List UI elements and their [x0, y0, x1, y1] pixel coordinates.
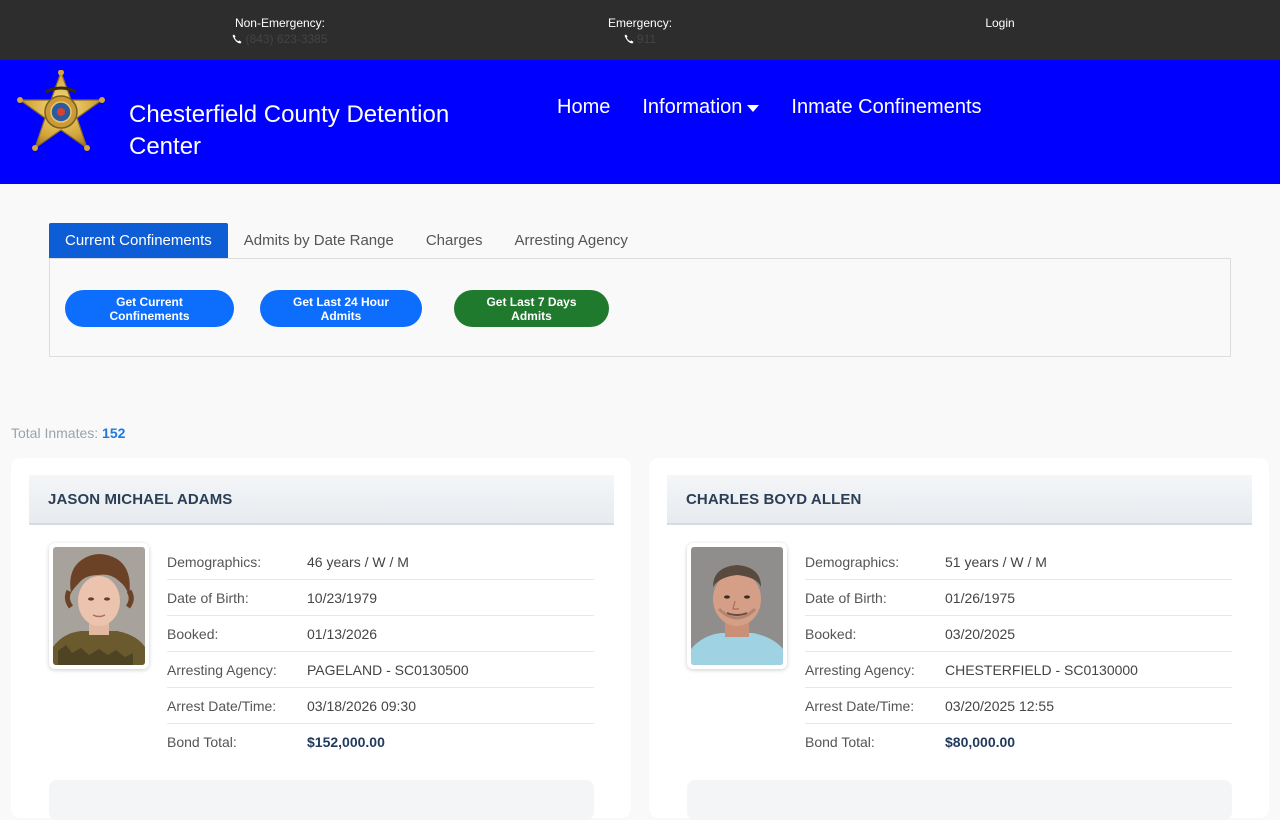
inmate-card: JASON MICHAEL ADAMS Demographics: 46 year…: [11, 458, 631, 820]
nav-home[interactable]: Home: [557, 96, 610, 119]
demographics-label: Demographics:: [167, 553, 262, 570]
detail-row: Arresting Agency: CHESTERFIELD - SC013000…: [805, 652, 1232, 688]
non-emergency-number: (843) 623-3385: [245, 32, 328, 46]
arrest-value: 03/18/2026 09:30: [307, 697, 416, 714]
inmate-name[interactable]: CHARLES BOYD ALLEN: [686, 491, 861, 508]
dob-label: Date of Birth:: [805, 589, 887, 606]
tab-charges[interactable]: Charges: [410, 223, 499, 258]
total-inmates: Total Inmates: 152: [11, 425, 125, 441]
site-header: Chesterfield County Detention Center Hom…: [0, 60, 1280, 184]
login-link[interactable]: Login: [980, 15, 1020, 31]
non-emergency-phone-link[interactable]: (843) 623-3385: [228, 31, 332, 47]
agency-label: Arresting Agency:: [167, 661, 277, 678]
emergency-contact: Emergency: 911: [608, 15, 672, 47]
get-last-24-hour-admits-button[interactable]: Get Last 24 Hour Admits: [260, 290, 422, 327]
detail-row: Booked: 01/13/2026: [167, 616, 594, 652]
sheriff-star-logo[interactable]: [16, 70, 106, 158]
dob-value: 01/26/1975: [945, 589, 1016, 606]
inmate-details: Demographics: 46 years / W / M Date of Bi…: [167, 544, 594, 760]
dob-value: 10/23/1979: [307, 589, 378, 606]
bond-label: Bond Total:: [167, 734, 237, 750]
emergency-phone-link[interactable]: 911: [608, 31, 672, 47]
tab-admits-by-date-range[interactable]: Admits by Date Range: [228, 223, 410, 258]
charges-section: [687, 780, 1232, 820]
non-emergency-label: Non-Emergency:: [234, 16, 326, 30]
caret-down-icon: [747, 105, 760, 112]
inmate-photo[interactable]: [49, 543, 149, 669]
booked-label: Booked:: [167, 625, 219, 642]
booked-value: 03/20/2025: [945, 625, 1016, 642]
mugshot-image: [53, 547, 145, 665]
demographics-label: Demographics:: [805, 553, 900, 570]
mugshot-image: [691, 547, 783, 665]
charges-section: [49, 780, 594, 820]
detail-row: Arresting Agency: PAGELAND - SC0130500: [167, 652, 594, 688]
emergency-number: 911: [636, 32, 657, 46]
booked-label: Booked:: [805, 625, 857, 642]
bond-value: $152,000.00: [307, 734, 385, 750]
detail-row: Date of Birth: 01/26/1975: [805, 580, 1232, 616]
detail-row: Arrest Date/Time: 03/20/2025 12:55: [805, 688, 1232, 724]
inmate-card-header: JASON MICHAEL ADAMS: [29, 475, 614, 525]
phone-icon: [232, 34, 242, 44]
inmate-details: Demographics: 51 years / W / M Date of Bi…: [805, 544, 1232, 760]
total-inmates-label: Total Inmates:: [11, 425, 99, 441]
inmate-card: CHARLES BOYD ALLEN Demographics: 51 years…: [649, 458, 1269, 820]
site-title[interactable]: Chesterfield County Detention Center: [129, 99, 489, 163]
phone-icon: [624, 34, 634, 44]
search-tabs: Current Confinements Admits by Date Rang…: [49, 223, 644, 258]
nav-information-label: Information: [642, 96, 743, 118]
detail-row: Date of Birth: 10/23/1979: [167, 580, 594, 616]
inmate-name[interactable]: JASON MICHAEL ADAMS: [48, 491, 232, 508]
detail-row: Demographics: 46 years / W / M: [167, 544, 594, 580]
detail-row: Arrest Date/Time: 03/18/2026 09:30: [167, 688, 594, 724]
bond-label: Bond Total:: [805, 734, 875, 750]
tab-current-confinements[interactable]: Current Confinements: [49, 223, 228, 258]
booked-value: 01/13/2026: [307, 625, 378, 642]
nav-inmate-confinements[interactable]: Inmate Confinements: [791, 96, 981, 119]
inmate-card-header: CHARLES BOYD ALLEN: [667, 475, 1252, 525]
non-emergency-contact: Non-Emergency: (843) 623-3385: [228, 15, 332, 47]
arrest-value: 03/20/2025 12:55: [945, 697, 1054, 714]
detail-row: Demographics: 51 years / W / M: [805, 544, 1232, 580]
get-last-7-days-admits-button[interactable]: Get Last 7 Days Admits: [454, 290, 609, 327]
tab-panel-current-confinements: Get Current Confinements Get Last 24 Hou…: [49, 258, 1231, 357]
detail-row: Booked: 03/20/2025: [805, 616, 1232, 652]
emergency-label: Emergency:: [608, 16, 673, 30]
demographics-value: 46 years / W / M: [307, 553, 409, 570]
agency-value: CHESTERFIELD - SC0130000: [945, 661, 1138, 678]
top-contact-bar: Non-Emergency: (843) 623-3385 Emergency:…: [0, 0, 1280, 60]
inmate-photo[interactable]: [687, 543, 787, 669]
nav-information[interactable]: Information: [642, 96, 760, 119]
agency-value: PAGELAND - SC0130500: [307, 661, 469, 678]
detail-row: Bond Total: $80,000.00: [805, 724, 1232, 760]
main-nav: Home Information Inmate Confinements: [557, 96, 1014, 119]
get-current-confinements-button[interactable]: Get Current Confinements: [65, 290, 234, 327]
bond-value: $80,000.00: [945, 734, 1016, 750]
arrest-label: Arrest Date/Time:: [167, 697, 277, 714]
total-inmates-count: 152: [102, 425, 126, 441]
tab-arresting-agency[interactable]: Arresting Agency: [499, 223, 644, 258]
arrest-label: Arrest Date/Time:: [805, 697, 915, 714]
dob-label: Date of Birth:: [167, 589, 249, 606]
agency-label: Arresting Agency:: [805, 661, 915, 678]
demographics-value: 51 years / W / M: [945, 553, 1047, 570]
detail-row: Bond Total: $152,000.00: [167, 724, 594, 760]
